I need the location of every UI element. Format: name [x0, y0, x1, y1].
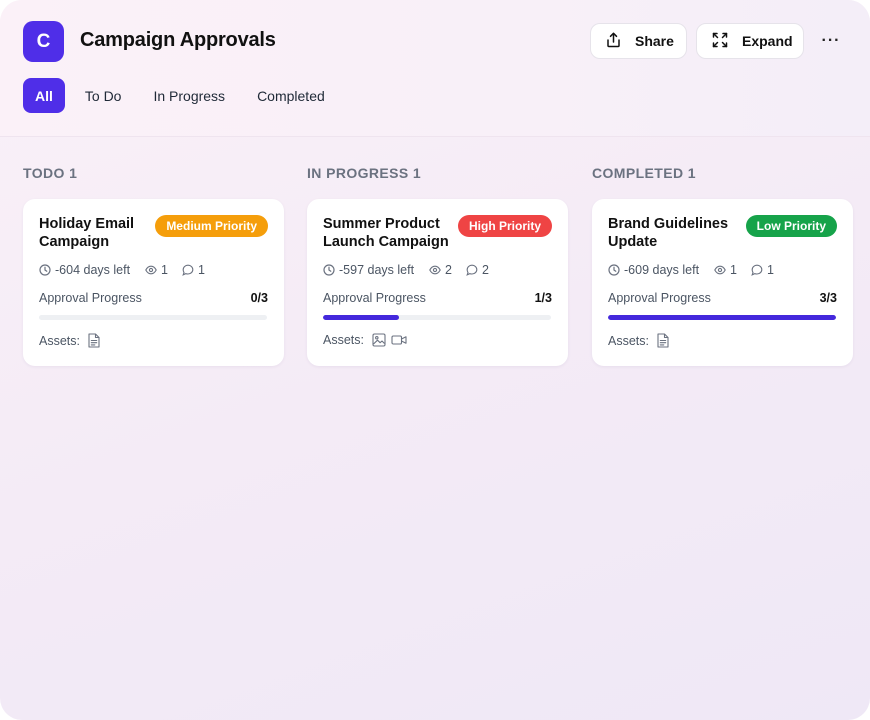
views-count: 1 [730, 263, 737, 277]
days-left: -604 days left [55, 263, 131, 277]
comments-count: 1 [767, 263, 774, 277]
expand-button[interactable]: Expand [696, 23, 804, 59]
progress-bar [39, 315, 267, 320]
comment-icon [182, 264, 194, 276]
campaign-card[interactable]: Holiday Email Campaign Medium Priority -… [23, 199, 284, 366]
page-title: Campaign Approvals [80, 29, 276, 51]
comment-icon [466, 264, 478, 276]
expand-icon [712, 32, 728, 51]
eye-icon [429, 265, 441, 275]
priority-badge: High Priority [457, 215, 552, 237]
views: 1 [714, 263, 737, 277]
more-icon: ··· [821, 32, 841, 49]
progress-count: 1/3 [534, 291, 552, 305]
column-title-completed: COMPLETED 1 [592, 165, 696, 181]
deadline: -604 days left [39, 263, 130, 277]
progress-label: Approval Progress [608, 291, 711, 305]
views-count: 1 [161, 263, 168, 277]
deadline: -609 days left [608, 263, 699, 277]
document-icon[interactable] [657, 333, 669, 348]
clock-icon [323, 264, 335, 276]
views: 2 [429, 263, 452, 277]
assets: Assets: [323, 333, 407, 347]
comments-count: 1 [198, 263, 205, 277]
eye-icon [714, 265, 726, 275]
share-icon [606, 32, 621, 51]
card-meta: -609 days left 1 1 [608, 263, 774, 277]
assets: Assets: [608, 333, 669, 348]
campaign-card[interactable]: Summer Product Launch Campaign High Prio… [307, 199, 568, 366]
share-button[interactable]: Share [590, 23, 687, 59]
progress-label: Approval Progress [323, 291, 426, 305]
assets-label: Assets: [39, 333, 80, 348]
tab-all[interactable]: All [23, 78, 65, 113]
image-icon[interactable] [372, 333, 386, 347]
expand-label: Expand [742, 33, 793, 49]
deadline: -597 days left [323, 263, 414, 277]
tab-in-progress[interactable]: In Progress [153, 78, 225, 113]
assets-label: Assets: [323, 333, 364, 347]
progress-count: 3/3 [819, 291, 837, 305]
progress-bar [608, 315, 836, 320]
tab-completed[interactable]: Completed [257, 78, 325, 113]
campaign-card[interactable]: Brand Guidelines Update Low Priority -60… [592, 199, 853, 366]
progress-bar [323, 315, 551, 320]
clock-icon [39, 264, 51, 276]
video-icon[interactable] [391, 334, 407, 346]
card-title: Summer Product Launch Campaign [323, 216, 449, 250]
views: 1 [145, 263, 168, 277]
filter-tabs: All To Do In Progress Completed [23, 78, 325, 113]
comment-icon [751, 264, 763, 276]
progress-fill [608, 315, 836, 320]
header: C Campaign Approvals Share Expand ··· Al… [0, 0, 870, 137]
card-meta: -597 days left 2 2 [323, 263, 489, 277]
app-logo: C [23, 21, 64, 62]
clock-icon [608, 264, 620, 276]
app-window: C Campaign Approvals Share Expand ··· Al… [0, 0, 870, 720]
card-title: Brand Guidelines Update [608, 216, 729, 250]
progress-fill [323, 315, 399, 320]
views-count: 2 [445, 263, 452, 277]
priority-badge: Low Priority [745, 215, 837, 237]
assets-label: Assets: [608, 333, 649, 348]
comments: 2 [466, 263, 489, 277]
comments: 1 [751, 263, 774, 277]
progress-count: 0/3 [250, 291, 268, 305]
document-icon[interactable] [88, 333, 100, 348]
comments: 1 [182, 263, 205, 277]
more-options-button[interactable]: ··· [815, 28, 847, 54]
card-title: Holiday Email Campaign [39, 216, 135, 250]
progress-label: Approval Progress [39, 291, 142, 305]
column-title-in-progress: IN PROGRESS 1 [307, 165, 422, 181]
eye-icon [145, 265, 157, 275]
tab-to-do[interactable]: To Do [85, 78, 122, 113]
days-left: -597 days left [339, 263, 415, 277]
priority-badge: Medium Priority [155, 215, 268, 237]
days-left: -609 days left [624, 263, 700, 277]
column-title-todo: TODO 1 [23, 165, 78, 181]
share-label: Share [635, 33, 674, 49]
comments-count: 2 [482, 263, 489, 277]
card-meta: -604 days left 1 1 [39, 263, 205, 277]
assets: Assets: [39, 333, 100, 348]
